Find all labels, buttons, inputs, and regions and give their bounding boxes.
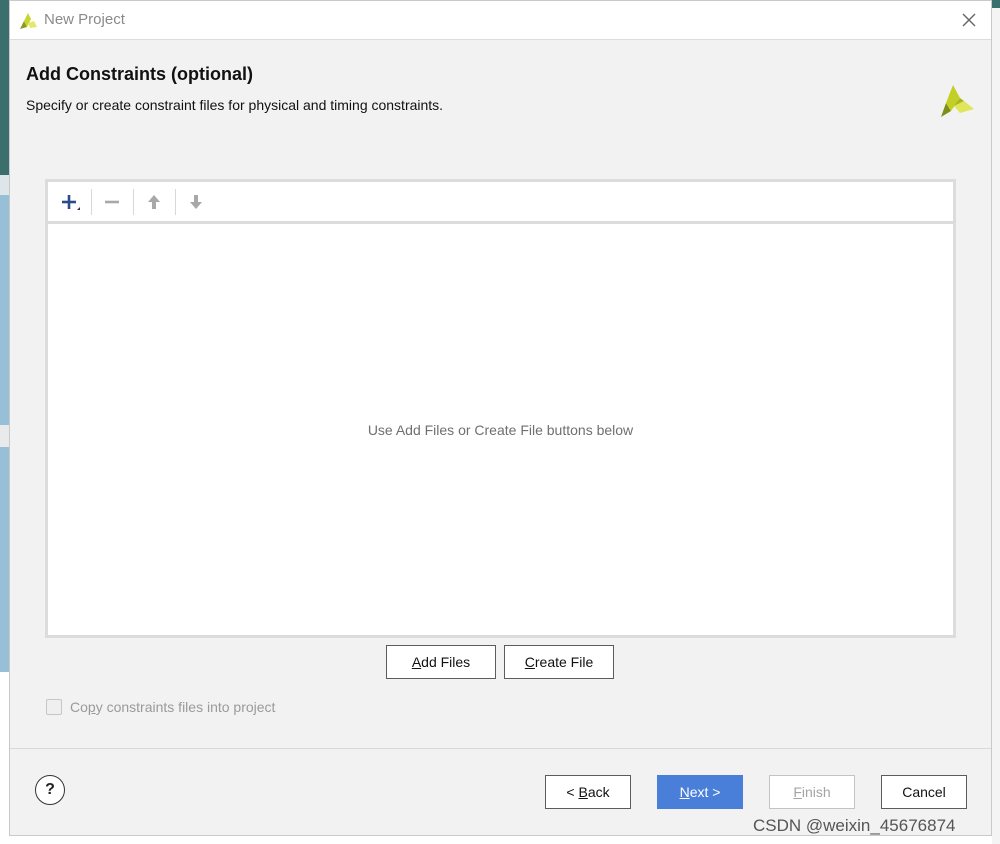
footer-divider [10, 748, 991, 749]
copy-constraints-checkbox[interactable] [46, 699, 62, 715]
window-title: New Project [44, 11, 125, 28]
watermark: CSDN @weixin_45676874 [753, 816, 956, 835]
move-up-icon[interactable] [140, 188, 168, 216]
xilinx-logo-icon [941, 85, 974, 117]
title-bar[interactable]: New Project [10, 1, 991, 40]
add-icon[interactable] [56, 188, 84, 216]
back-button[interactable]: < Back [545, 775, 631, 809]
background-strip [992, 0, 1000, 8]
empty-list-message: Use Add Files or Create File buttons bel… [367, 422, 634, 438]
page-title: Add Constraints (optional) [26, 64, 253, 84]
background-strip [0, 425, 9, 447]
toolbar-separator [133, 189, 134, 215]
create-file-button[interactable]: Create File [504, 645, 614, 679]
move-down-icon[interactable] [182, 188, 210, 216]
background-strip [0, 0, 9, 175]
help-button[interactable]: ? [35, 775, 65, 805]
copy-constraints-label: Copy constraints files into project [70, 699, 276, 715]
background-strip [0, 175, 9, 195]
toolbar-separator [175, 189, 176, 215]
add-files-button[interactable]: Add Files [386, 645, 496, 679]
file-list-toolbar [48, 182, 953, 224]
new-project-dialog: New Project Add Constraints (optional) S… [9, 0, 992, 836]
finish-button[interactable]: Finish [769, 775, 855, 809]
cancel-button[interactable]: Cancel [881, 775, 967, 809]
page-description: Specify or create constraint files for p… [26, 97, 444, 113]
background-strip [992, 0, 1000, 844]
remove-icon[interactable] [98, 188, 126, 216]
constraint-file-list[interactable]: Use Add Files or Create File buttons bel… [45, 179, 956, 638]
close-icon[interactable] [957, 8, 981, 32]
wizard-header: Add Constraints (optional) Specify or cr… [10, 41, 991, 141]
xilinx-logo-icon [20, 13, 37, 29]
background-strip [0, 447, 9, 672]
next-button[interactable]: Next > [657, 775, 743, 809]
toolbar-separator [91, 189, 92, 215]
background-strip [0, 195, 9, 425]
